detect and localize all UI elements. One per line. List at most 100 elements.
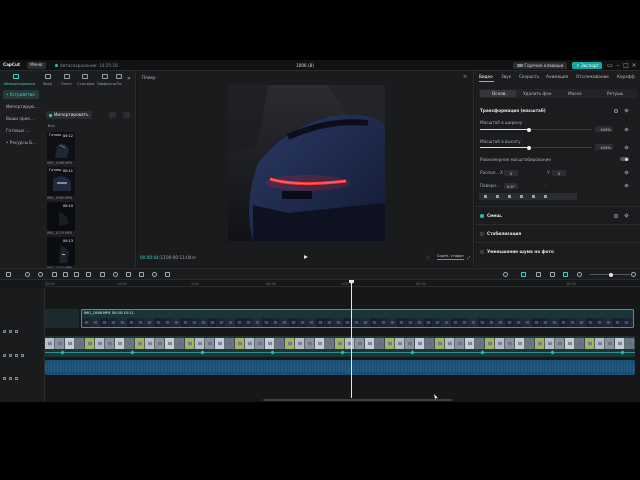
import-button[interactable]: Импортировать xyxy=(46,111,92,119)
tab-text[interactable]: Текст xyxy=(59,74,74,86)
select-tool-icon[interactable] xyxy=(6,272,11,277)
align-left-icon[interactable] xyxy=(484,195,487,198)
tab-import[interactable]: Импортировать xyxy=(4,74,35,86)
blend-checkbox[interactable] xyxy=(480,214,484,218)
align-center-v-icon[interactable] xyxy=(532,195,535,198)
delete-icon[interactable] xyxy=(86,272,91,277)
timeline-scrollbar[interactable] xyxy=(263,399,452,401)
stabilize-checkbox[interactable] xyxy=(480,232,484,236)
tab-effects[interactable]: Эффекты xyxy=(97,74,116,86)
aspect-ratio-button[interactable]: Соотн. сторон xyxy=(437,254,464,260)
preview-axis-icon[interactable] xyxy=(550,272,555,277)
keyframe-icon[interactable] xyxy=(624,183,629,188)
side-item-device[interactable]: • Устройство xyxy=(3,90,39,99)
side-item-ready[interactable]: Готовые ... xyxy=(3,126,39,135)
marker-icon[interactable] xyxy=(100,272,105,277)
timeline-view-icon[interactable]: ⊞ xyxy=(192,255,196,260)
split-left-icon[interactable] xyxy=(63,272,68,277)
align-right-icon[interactable] xyxy=(508,195,511,198)
snap-icon[interactable] xyxy=(563,272,568,277)
reset-icon[interactable] xyxy=(614,213,618,218)
media-thumb[interactable]: 00:11 Готово xyxy=(47,167,75,196)
align-bottom-icon[interactable] xyxy=(544,195,547,198)
tab-stickers[interactable]: Стикеры xyxy=(77,74,94,86)
media-thumb[interactable]: 00:13 xyxy=(47,237,75,266)
mute-icon[interactable] xyxy=(15,354,18,357)
reverse-icon[interactable] xyxy=(126,272,131,277)
filter-icon[interactable] xyxy=(123,112,130,118)
keyframe-icon[interactable] xyxy=(624,213,629,218)
keyframe-marker[interactable] xyxy=(410,350,415,355)
lock-icon[interactable] xyxy=(3,330,6,333)
fullscreen-crop-icon[interactable]: ⛶ xyxy=(427,255,430,260)
keyframe-marker[interactable] xyxy=(480,350,485,355)
keyframe-icon[interactable] xyxy=(624,144,629,150)
keyframe-icon[interactable] xyxy=(624,170,629,175)
eye-icon[interactable] xyxy=(9,377,12,380)
audio-clip[interactable] xyxy=(45,360,635,375)
close-icon[interactable]: × xyxy=(630,62,638,70)
player-menu-icon[interactable]: ≡ xyxy=(463,75,467,80)
keyframe-marker[interactable] xyxy=(620,350,625,355)
zoom-in-icon[interactable] xyxy=(631,272,636,277)
denoise-checkbox[interactable] xyxy=(480,250,484,254)
main-track-magnet-icon[interactable] xyxy=(521,272,526,277)
eye-icon[interactable] xyxy=(9,330,12,333)
keyframe-marker[interactable] xyxy=(340,350,345,355)
media-thumb[interactable]: 00:10 xyxy=(47,202,75,231)
lock-icon[interactable] xyxy=(3,354,6,357)
mute-icon[interactable] xyxy=(15,377,18,380)
tab-tracking[interactable]: Отслеживание xyxy=(576,74,609,79)
pos-x-input[interactable]: 0 xyxy=(504,169,518,176)
reset-icon[interactable] xyxy=(614,108,618,113)
sort-icon[interactable] xyxy=(109,112,116,118)
menu-button[interactable]: Меню xyxy=(27,62,46,69)
zoom-out-icon[interactable] xyxy=(577,272,582,277)
tab-animation[interactable]: Анимация xyxy=(546,74,568,79)
cover-icon[interactable] xyxy=(21,354,24,357)
mirror-icon[interactable] xyxy=(139,272,144,277)
keyframe-marker[interactable] xyxy=(200,350,205,355)
split-icon[interactable] xyxy=(52,272,57,277)
freeze-icon[interactable] xyxy=(113,272,118,277)
minimize-icon[interactable]: – xyxy=(614,62,622,70)
split-right-icon[interactable] xyxy=(74,272,79,277)
video-preview[interactable] xyxy=(228,85,385,241)
side-item-importing[interactable]: Импортирую... xyxy=(3,102,39,111)
subtab-retouch[interactable]: Ретушь xyxy=(607,91,623,96)
playhead[interactable] xyxy=(351,281,352,398)
keyframe-icon[interactable] xyxy=(624,108,629,113)
subtab-remove-bg[interactable]: Удалить фон xyxy=(523,91,552,96)
layout-icon[interactable]: ▭ xyxy=(606,62,614,70)
keyframe-marker[interactable] xyxy=(270,350,275,355)
scale-height-value[interactable]: 100% xyxy=(595,144,613,150)
time-ruler[interactable]: 00:00 10:00 1:00 00:00 1:00 00:00 10:00 xyxy=(45,280,640,287)
rotate-icon[interactable] xyxy=(152,272,157,277)
maximize-icon[interactable]: □ xyxy=(622,62,630,70)
tab-speed[interactable]: Скорость xyxy=(519,74,539,79)
align-top-icon[interactable] xyxy=(520,195,523,198)
tab-transitions[interactable]: Пе xyxy=(114,74,124,86)
media-thumb[interactable]: 00:12 Готово xyxy=(47,132,75,161)
tab-audio[interactable]: Звук xyxy=(40,74,55,86)
pos-y-input[interactable]: 0 xyxy=(552,169,566,176)
keyframe-marker[interactable] xyxy=(550,350,555,355)
lock-icon[interactable] xyxy=(3,377,6,380)
tab-video[interactable]: Видео xyxy=(479,74,493,79)
side-item-library[interactable]: • Ресурсы Б... xyxy=(3,138,39,147)
video-clip-main[interactable] xyxy=(45,336,635,357)
scale-width-value[interactable]: 100% xyxy=(595,126,613,132)
eye-icon[interactable] xyxy=(9,354,12,357)
redo-icon[interactable] xyxy=(38,272,43,277)
align-center-h-icon[interactable] xyxy=(496,195,499,198)
microphone-icon[interactable] xyxy=(503,272,508,277)
tab-sound[interactable]: Звук xyxy=(501,74,511,79)
video-clip[interactable]: IMG_1068.MP4 00:00:10:11 xyxy=(81,309,634,328)
zoom-slider-handle[interactable] xyxy=(609,272,613,277)
mute-icon[interactable] xyxy=(15,330,18,333)
tab-color[interactable]: Корэфф xyxy=(617,74,635,79)
link-icon[interactable] xyxy=(536,272,541,277)
scale-width-handle[interactable] xyxy=(527,127,532,132)
keyframe-marker[interactable] xyxy=(130,350,135,355)
more-tabs-icon[interactable]: » xyxy=(127,76,131,82)
